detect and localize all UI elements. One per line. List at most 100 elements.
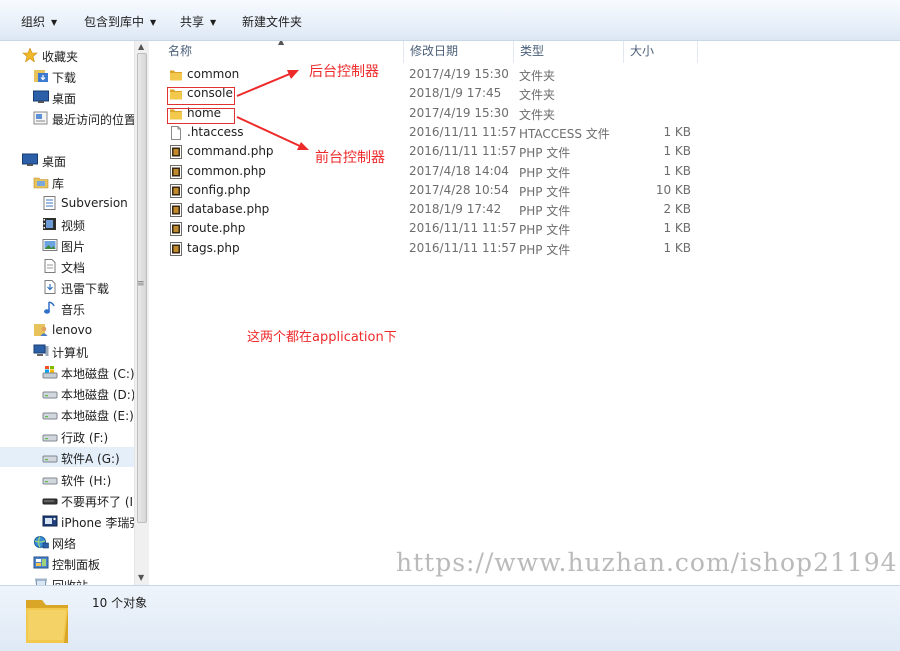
nav-music-label: 音乐 (61, 303, 86, 317)
nav-drive-c[interactable]: 本地磁盘 (C:) (0, 362, 135, 382)
file-row[interactable]: route.php 2016/11/11 11:57 PHP 文件 1 KB (149, 220, 709, 239)
nav-drive-g-label: 软件A (G:) (61, 452, 120, 466)
nav-drive-g[interactable]: 软件A (G:) (0, 447, 134, 467)
file-size: 1 KB (663, 124, 691, 139)
file-row[interactable]: common.php 2017/4/18 14:04 PHP 文件 1 KB (149, 163, 709, 182)
nav-music[interactable]: 音乐 (0, 298, 134, 318)
file-size: 1 KB (663, 240, 691, 255)
nav-libraries-label: 库 (52, 177, 65, 191)
file-name: tags.php (187, 240, 240, 255)
file-name: database.php (187, 202, 270, 217)
nav-lenovo-label: lenovo (52, 323, 93, 337)
chevron-down-icon: ▼ (150, 18, 157, 27)
file-name: route.php (187, 221, 246, 236)
nav-recycle-bin[interactable]: 回收站 (0, 574, 134, 585)
nav-documents[interactable]: 文档 (0, 256, 134, 276)
include-in-library-label: 包含到库中 (84, 15, 145, 29)
file-size: 2 KB (663, 202, 691, 217)
nav-xunlei-downloads-label: 迅雷下载 (61, 282, 110, 296)
hard-drive-icon (42, 386, 58, 400)
file-row[interactable]: .htaccess 2016/11/11 11:57 HTACCESS 文件 1 KB (149, 124, 709, 143)
nav-desktop-favorite-label: 桌面 (52, 92, 77, 106)
share-menu[interactable]: 共享 ▼ (180, 13, 216, 30)
library-icon (33, 175, 49, 189)
nav-xunlei-downloads[interactable]: 迅雷下载 (0, 277, 134, 297)
nav-drive-f[interactable]: 行政 (F:) (0, 426, 134, 446)
nav-lenovo[interactable]: lenovo (0, 320, 134, 340)
php-file-icon (169, 164, 183, 179)
file-type: PHP 文件 (519, 146, 571, 161)
column-header-date-label: 修改日期 (410, 44, 459, 58)
scroll-up-arrow-icon[interactable]: ▲ (138, 42, 144, 51)
nav-libraries[interactable]: 库 (0, 172, 134, 192)
nav-subversion[interactable]: Subversion (0, 193, 134, 213)
large-folder-icon (22, 592, 74, 648)
nav-downloads-label: 下载 (52, 71, 77, 85)
scroll-down-arrow-icon[interactable]: ▼ (138, 573, 144, 582)
nav-desktop-favorite[interactable]: 桌面 (0, 87, 134, 107)
nav-iphone-label: iPhone 李瑞强 (61, 516, 142, 530)
picture-library-icon (42, 238, 58, 252)
nav-computer-label: 计算机 (52, 346, 89, 360)
folder-icon (169, 68, 183, 82)
column-header-type[interactable]: 类型 (514, 41, 624, 63)
music-note-icon (42, 301, 58, 315)
nav-scrollbar[interactable]: ▲ ≡ ▼ (134, 41, 149, 585)
nav-drive-i-label: 不要再坏了 (I:) (61, 495, 142, 509)
nav-recycle-bin-label: 回收站 (52, 577, 88, 585)
include-in-library-menu[interactable]: 包含到库中 ▼ (84, 13, 156, 30)
file-date: 2017/4/18 14:04 (409, 163, 509, 178)
nav-favorites-label: 收藏夹 (42, 50, 79, 64)
file-row[interactable]: database.php 2018/1/9 17:42 PHP 文件 2 KB (149, 201, 709, 220)
column-header-name-label: 名称 (168, 44, 193, 58)
file-row[interactable]: tags.php 2016/11/11 11:57 PHP 文件 1 KB (149, 240, 709, 259)
video-library-icon (42, 217, 58, 231)
control-panel-icon (33, 556, 49, 570)
new-folder-button[interactable]: 新建文件夹 (242, 13, 302, 30)
nav-pictures[interactable]: 图片 (0, 235, 134, 255)
nav-drive-e[interactable]: 本地磁盘 (E:) (0, 404, 134, 424)
php-file-icon (169, 203, 183, 218)
system-drive-icon (42, 365, 58, 379)
column-header-date[interactable]: 修改日期 (404, 41, 514, 63)
file-row[interactable]: common 2017/4/19 15:30 文件夹 (149, 66, 709, 85)
hard-drive-icon (42, 472, 58, 486)
file-type: PHP 文件 (519, 223, 571, 238)
nav-desktop[interactable]: 桌面 (0, 150, 134, 170)
file-row[interactable]: config.php 2017/4/28 10:54 PHP 文件 10 KB (149, 182, 709, 201)
nav-videos-label: 视频 (61, 219, 86, 233)
file-name: .htaccess (187, 124, 244, 139)
nav-videos[interactable]: 视频 (0, 214, 134, 234)
annotation-frontend-controller: 前台控制器 (315, 150, 385, 166)
nav-drive-c-label: 本地磁盘 (C:) (61, 367, 135, 381)
status-object-count: 10 个对象 (92, 596, 148, 610)
hard-drive-icon (42, 450, 58, 464)
file-date: 2017/4/19 15:30 (409, 105, 509, 120)
nav-drive-d[interactable]: 本地磁盘 (D:) (0, 383, 135, 403)
file-date: 2017/4/19 15:30 (409, 67, 509, 81)
nav-control-panel[interactable]: 控制面板 (0, 553, 134, 573)
nav-desktop-label: 桌面 (42, 155, 67, 169)
removable-drive-icon (42, 493, 58, 507)
php-file-icon (169, 222, 183, 237)
column-header-type-label: 类型 (520, 44, 545, 58)
nav-computer[interactable]: 计算机 (0, 341, 134, 361)
network-icon (33, 535, 49, 549)
organize-menu[interactable]: 组织 ▼ (21, 13, 57, 30)
annotation-note: 这两个都在application下 (247, 330, 397, 345)
file-row[interactable]: command.php 2016/11/11 11:57 PHP 文件 1 KB (149, 143, 709, 162)
nav-downloads[interactable]: 下载 (0, 66, 134, 86)
nav-network[interactable]: 网络 (0, 532, 134, 552)
column-header-name[interactable]: 名称 (162, 41, 404, 63)
column-header-size-label: 大小 (630, 44, 655, 58)
nav-iphone[interactable]: iPhone 李瑞强 (0, 511, 141, 531)
nav-drive-i[interactable]: 不要再坏了 (I:) (0, 490, 142, 510)
new-folder-label: 新建文件夹 (242, 15, 303, 29)
recent-places-icon (33, 111, 49, 125)
file-type: PHP 文件 (519, 184, 571, 199)
nav-recent-places[interactable]: 最近访问的位置 (0, 108, 136, 128)
column-header-size[interactable]: 大小 (624, 41, 698, 63)
nav-drive-h[interactable]: 软件 (H:) (0, 469, 134, 489)
nav-favorites[interactable]: 收藏夹 (0, 45, 134, 65)
explorer-window: 组织 ▼ 包含到库中 ▼ 共享 ▼ 新建文件夹 收藏夹 下载 桌面 最近访问的位… (0, 0, 900, 651)
